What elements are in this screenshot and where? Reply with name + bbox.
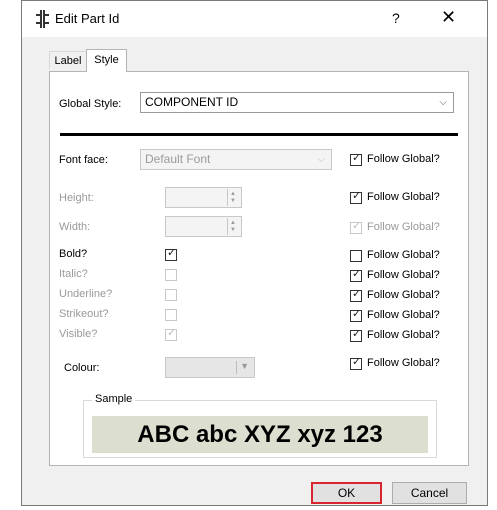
italic-checkbox[interactable]: [165, 269, 177, 281]
follow-global-label: Follow Global?: [367, 153, 440, 165]
font-face-label: Font face:: [59, 154, 108, 166]
follow-global-label: Follow Global?: [367, 329, 440, 341]
spinner-buttons[interactable]: ▲ ▼: [227, 218, 240, 235]
underline-checkbox[interactable]: [165, 289, 177, 301]
visible-checkbox[interactable]: ✓: [165, 327, 177, 341]
follow-global-label: Follow Global?: [367, 221, 440, 233]
follow-global-label: Follow Global?: [367, 289, 440, 301]
bold-checkbox[interactable]: ✓: [165, 247, 177, 261]
sample-preview: ABC abc XYZ xyz 123: [92, 416, 428, 453]
colour-picker[interactable]: ▼: [165, 357, 255, 378]
height-spinner[interactable]: ▲ ▼: [165, 187, 242, 208]
height-follow-global-checkbox[interactable]: ✓: [350, 190, 362, 204]
colour-label: Colour:: [64, 362, 100, 374]
height-label: Height:: [59, 192, 94, 204]
bold-label: Bold?: [59, 248, 88, 260]
follow-global-label: Follow Global?: [367, 309, 440, 321]
tab-label[interactable]: Label: [49, 51, 87, 69]
strikeout-label: Strikeout?: [59, 308, 109, 320]
ok-button[interactable]: OK: [311, 482, 382, 504]
separator: [60, 133, 458, 136]
italic-label: Italic?: [59, 268, 88, 280]
help-button[interactable]: ?: [392, 10, 400, 26]
width-label: Width:: [59, 221, 91, 233]
sample-group: Sample ABC abc XYZ xyz 123: [83, 393, 437, 458]
font-face-value: Default Font: [145, 152, 211, 166]
chevron-down-icon: ▼: [240, 361, 249, 371]
part-id-icon: [36, 10, 49, 28]
chevron-down-icon: ⌵: [439, 97, 447, 108]
chevron-down-icon: ⌵: [317, 154, 325, 165]
bold-follow-global-checkbox[interactable]: [350, 250, 362, 262]
sample-legend: Sample: [92, 393, 136, 405]
follow-global-label: Follow Global?: [367, 269, 440, 281]
strikeout-follow-global-checkbox[interactable]: ✓: [350, 308, 362, 322]
colour-divider: [236, 361, 237, 374]
width-spinner[interactable]: ▲ ▼: [165, 216, 242, 237]
edit-part-id-dialog: Edit Part Id ? ✕ Label Style Global Styl…: [21, 0, 488, 506]
spin-up-icon: ▲: [230, 191, 236, 197]
underline-label: Underline?: [59, 288, 113, 300]
visible-label: Visible?: [59, 328, 98, 340]
dialog-title: Edit Part Id: [55, 11, 120, 26]
global-style-value: COMPONENT ID: [145, 95, 239, 109]
global-style-label: Global Style:: [59, 98, 122, 110]
spinner-buttons[interactable]: ▲ ▼: [227, 189, 240, 206]
global-style-select[interactable]: COMPONENT ID ⌵: [140, 92, 454, 113]
follow-global-label: Follow Global?: [367, 357, 440, 369]
close-icon[interactable]: ✕: [441, 8, 456, 26]
tab-style[interactable]: Style: [86, 49, 127, 72]
spin-down-icon: ▼: [230, 227, 236, 233]
colour-follow-global-checkbox[interactable]: ✓: [350, 356, 362, 370]
width-follow-global-checkbox[interactable]: ✓: [350, 220, 362, 234]
spin-down-icon: ▼: [230, 198, 236, 204]
visible-follow-global-checkbox[interactable]: ✓: [350, 328, 362, 342]
font-face-follow-global-checkbox[interactable]: ✓: [350, 152, 362, 166]
style-panel: Global Style: COMPONENT ID ⌵ Font face: …: [49, 71, 469, 466]
italic-follow-global-checkbox[interactable]: ✓: [350, 268, 362, 282]
cancel-button[interactable]: Cancel: [392, 482, 467, 504]
font-face-select[interactable]: Default Font ⌵: [140, 149, 332, 170]
underline-follow-global-checkbox[interactable]: ✓: [350, 288, 362, 302]
follow-global-label: Follow Global?: [367, 249, 440, 261]
follow-global-label: Follow Global?: [367, 191, 440, 203]
title-bar: Edit Part Id ? ✕: [22, 1, 487, 37]
strikeout-checkbox[interactable]: [165, 309, 177, 321]
spin-up-icon: ▲: [230, 220, 236, 226]
